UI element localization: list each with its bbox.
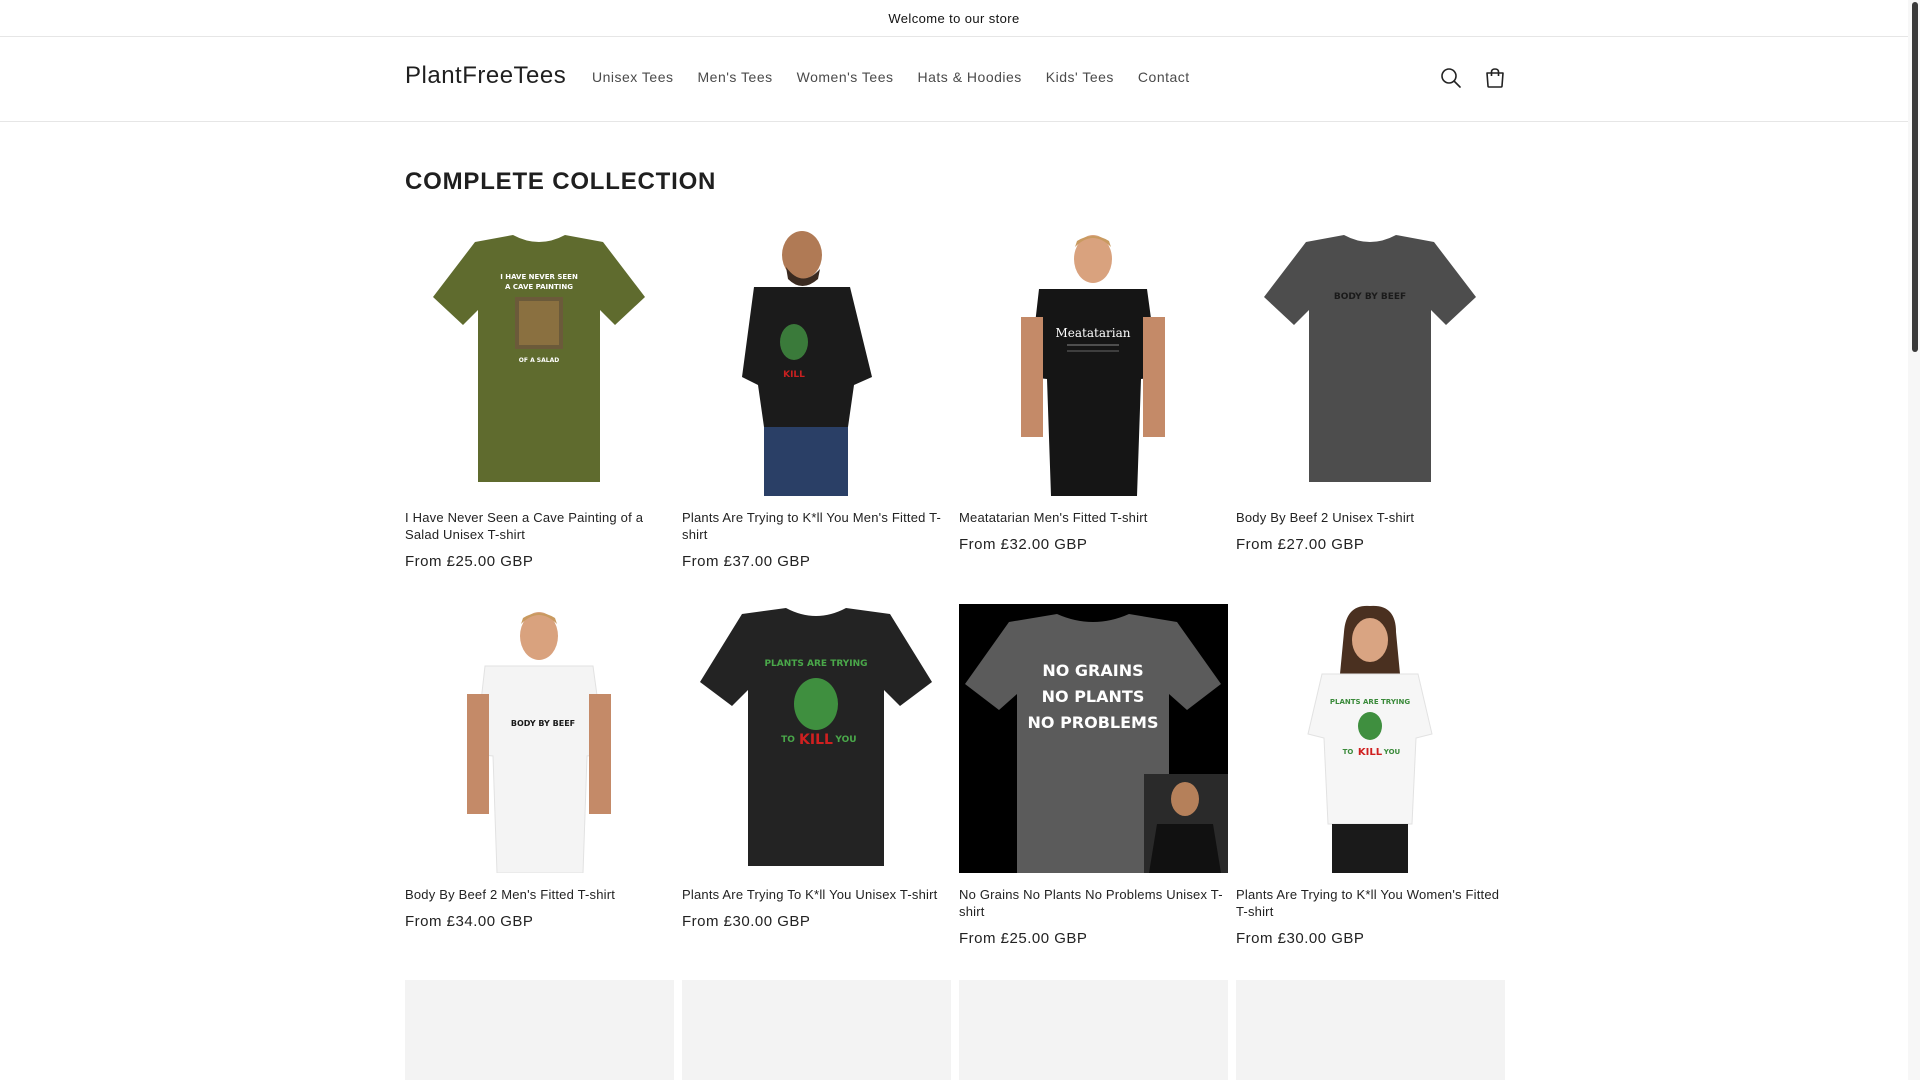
product-price: From £32.00 GBP [959,536,1088,553]
product-title[interactable]: Plants Are Trying to K*ll You Women's Fi… [1236,886,1505,920]
nav-contact[interactable]: Contact [1126,67,1202,87]
tshirt-image: PLANTS ARE TRYING TO KILL YOU [700,608,932,866]
shirt-print-line: YOU [834,735,856,745]
product-card[interactable]: Meatatarian Meatatarian Men's Fitted T-s… [959,227,1228,553]
shirt-print-line: NO PLANTS [1042,687,1145,706]
nav-unisex-tees[interactable]: Unisex Tees [580,67,686,87]
product-card[interactable]: PLANTS ARE TRYING TO KILL YOU Plants Are… [1236,604,1505,947]
shirt-print-line: NO PROBLEMS [1028,713,1159,732]
product-title[interactable]: No Grains No Plants No Problems Unisex T… [959,886,1228,920]
model-photo: BODY BY BEEF [467,612,611,873]
product-card[interactable]: BODY BY BEEF Body By Beef 2 Unisex T-shi… [1236,227,1505,553]
scrollbar-thumb[interactable] [1912,2,1918,352]
product-card[interactable]: PLANTS ARE TRYING TO KILL YOU Plants Are… [682,604,951,930]
product-price: From £25.00 GBP [959,930,1088,947]
model-photo: Meatatarian [1021,235,1165,496]
nav-kids-tees[interactable]: Kids' Tees [1034,67,1126,87]
nav-hats-hoodies[interactable]: Hats & Hoodies [906,67,1034,87]
product-image[interactable]: PLANTS ARE TRYING TO KILL YOU [682,604,951,873]
product-price: From £37.00 GBP [682,553,811,570]
shirt-print-line: BODY BY BEEF [1334,292,1406,302]
tshirt-image: NO GRAINS NO PLANTS NO PROBLEMS [959,604,1228,873]
product-image[interactable]: BODY BY BEEF [1236,227,1505,496]
site-header: PlantFreeTees Unisex Tees Men's Tees Wom… [0,37,1908,122]
product-price: From £30.00 GBP [682,913,811,930]
product-card[interactable]: NO GRAINS NO PLANTS NO PROBLEMS No Grain… [959,604,1228,947]
product-price: From £30.00 GBP [1236,930,1365,947]
shirt-print-line: A CAVE PAINTING [505,283,573,291]
product-image[interactable]: KILL [682,227,951,496]
store-logo[interactable]: PlantFreeTees [405,62,566,90]
product-image[interactable]: PLANTS ARE TRYING TO KILL YOU [1236,604,1505,873]
search-button[interactable] [1433,60,1469,96]
product-title[interactable]: Body By Beef 2 Unisex T-shirt [1236,509,1505,526]
announcement-bar: Welcome to our store [0,0,1908,37]
shirt-print-line: BODY BY BEEF [511,719,575,728]
tshirt-image: I HAVE NEVER SEEN A CAVE PAINTING OF A S… [433,235,645,482]
shirt-print-line: PLANTS ARE TRYING [764,659,867,669]
main-nav: Unisex Tees Men's Tees Women's Tees Hats… [580,67,1202,87]
shirt-print-line: TO [781,735,795,745]
product-card-placeholder [1236,980,1505,1080]
shirt-print-line: PLANTS ARE TRYING [1330,698,1410,706]
svg-text:KILL: KILL [783,370,805,380]
shirt-print-line: TO [1343,748,1354,756]
shirt-print-line: YOU [1383,748,1401,756]
shirt-print-line: OF A SALAD [519,357,559,364]
cart-button[interactable] [1477,60,1513,96]
nav-womens-tees[interactable]: Women's Tees [785,67,906,87]
shirt-print-line: KILL [1358,747,1383,758]
product-title[interactable]: Plants Are Trying To K*ll You Unisex T-s… [682,886,951,903]
collection-title: COMPLETE COLLECTION [405,168,717,195]
shirt-print-line: NO GRAINS [1042,661,1143,680]
tshirt-image: BODY BY BEEF [1264,235,1476,482]
shirt-print-line: I HAVE NEVER SEEN [500,273,578,281]
page-scrollbar[interactable] [1908,0,1920,1080]
product-card-placeholder [405,980,674,1080]
product-title[interactable]: Meatatarian Men's Fitted T-shirt [959,509,1228,526]
product-price: From £27.00 GBP [1236,536,1365,553]
shirt-print-line: Meatatarian [1056,326,1131,340]
product-image[interactable]: Meatatarian [959,227,1228,496]
announcement-text: Welcome to our store [888,10,1020,26]
shirt-print-line: KILL [799,732,833,748]
product-price: From £34.00 GBP [405,913,534,930]
product-image[interactable]: NO GRAINS NO PLANTS NO PROBLEMS [959,604,1228,873]
product-title[interactable]: Plants Are Trying to K*ll You Men's Fitt… [682,509,951,543]
model-photo: PLANTS ARE TRYING TO KILL YOU [1307,605,1433,873]
product-image[interactable]: BODY BY BEEF [405,604,674,873]
nav-mens-tees[interactable]: Men's Tees [686,67,785,87]
product-image[interactable]: I HAVE NEVER SEEN A CAVE PAINTING OF A S… [405,227,674,496]
product-card[interactable]: KILL Plants Are Trying to K*ll You Men's… [682,227,951,570]
product-card[interactable]: BODY BY BEEF Body By Beef 2 Men's Fitted… [405,604,674,930]
product-title[interactable]: I Have Never Seen a Cave Painting of a S… [405,509,674,543]
product-title[interactable]: Body By Beef 2 Men's Fitted T-shirt [405,886,674,903]
search-icon [1441,68,1461,88]
model-photo: KILL [742,231,872,496]
cart-icon [1486,68,1504,88]
product-card-placeholder [959,980,1228,1080]
product-card-placeholder [682,980,951,1080]
product-card[interactable]: I HAVE NEVER SEEN A CAVE PAINTING OF A S… [405,227,674,570]
product-price: From £25.00 GBP [405,553,534,570]
